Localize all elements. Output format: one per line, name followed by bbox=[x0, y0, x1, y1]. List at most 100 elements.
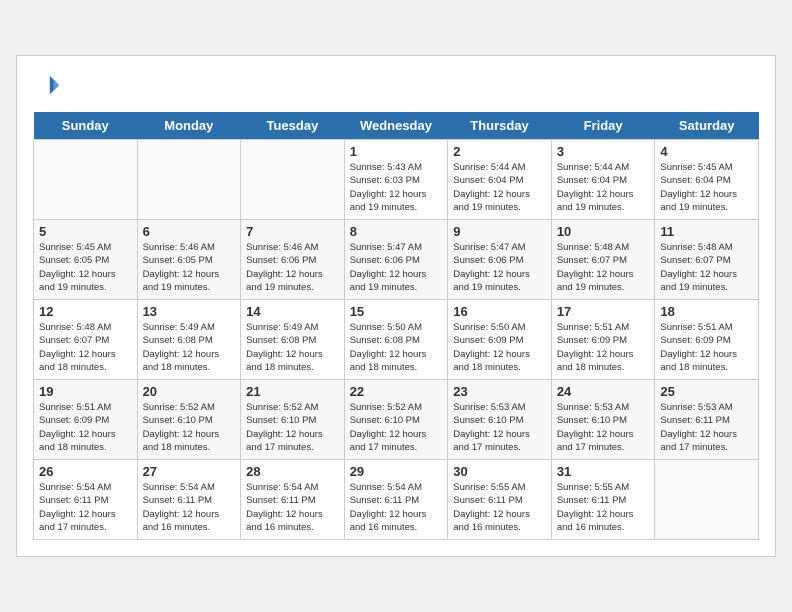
day-cell-31: 31 Sunrise: 5:55 AM Sunset: 6:11 PM Dayli… bbox=[551, 460, 655, 540]
day-number: 1 bbox=[350, 144, 443, 159]
day-number: 2 bbox=[453, 144, 546, 159]
day-number: 29 bbox=[350, 464, 443, 479]
day-number: 24 bbox=[557, 384, 650, 399]
day-number: 4 bbox=[660, 144, 753, 159]
day-number: 27 bbox=[143, 464, 236, 479]
day-number: 15 bbox=[350, 304, 443, 319]
day-cell-16: 16 Sunrise: 5:50 AM Sunset: 6:09 PM Dayli… bbox=[448, 300, 552, 380]
logo-icon bbox=[33, 72, 61, 100]
day-info: Sunrise: 5:46 AM Sunset: 6:06 PM Dayligh… bbox=[246, 241, 339, 294]
day-info: Sunrise: 5:53 AM Sunset: 6:10 PM Dayligh… bbox=[453, 401, 546, 454]
empty-cell bbox=[137, 140, 241, 220]
day-info: Sunrise: 5:52 AM Sunset: 6:10 PM Dayligh… bbox=[246, 401, 339, 454]
day-number: 20 bbox=[143, 384, 236, 399]
day-info: Sunrise: 5:55 AM Sunset: 6:11 PM Dayligh… bbox=[453, 481, 546, 534]
day-info: Sunrise: 5:43 AM Sunset: 6:03 PM Dayligh… bbox=[350, 161, 443, 214]
day-info: Sunrise: 5:48 AM Sunset: 6:07 PM Dayligh… bbox=[557, 241, 650, 294]
day-info: Sunrise: 5:52 AM Sunset: 6:10 PM Dayligh… bbox=[350, 401, 443, 454]
weekday-header-thursday: Thursday bbox=[448, 112, 552, 140]
day-info: Sunrise: 5:47 AM Sunset: 6:06 PM Dayligh… bbox=[350, 241, 443, 294]
day-info: Sunrise: 5:54 AM Sunset: 6:11 PM Dayligh… bbox=[39, 481, 132, 534]
day-info: Sunrise: 5:46 AM Sunset: 6:05 PM Dayligh… bbox=[143, 241, 236, 294]
week-row-3: 12Sunrise: 5:48 AM Sunset: 6:07 PM Dayli… bbox=[34, 300, 759, 380]
day-cell-18: 18 Sunrise: 5:51 AM Sunset: 6:09 PM Dayli… bbox=[655, 300, 759, 380]
day-number: 21 bbox=[246, 384, 339, 399]
day-cell-10: 10 Sunrise: 5:48 AM Sunset: 6:07 PM Dayli… bbox=[551, 220, 655, 300]
weekday-header-sunday: Sunday bbox=[34, 112, 138, 140]
empty-cell bbox=[655, 460, 759, 540]
day-number: 5 bbox=[39, 224, 132, 239]
day-cell-29: 29 Sunrise: 5:54 AM Sunset: 6:11 PM Dayli… bbox=[344, 460, 448, 540]
day-number: 26 bbox=[39, 464, 132, 479]
day-cell-6: 6 Sunrise: 5:46 AM Sunset: 6:05 PM Daylig… bbox=[137, 220, 241, 300]
day-number: 13 bbox=[143, 304, 236, 319]
day-info: Sunrise: 5:50 AM Sunset: 6:08 PM Dayligh… bbox=[350, 321, 443, 374]
day-info: Sunrise: 5:51 AM Sunset: 6:09 PM Dayligh… bbox=[39, 401, 132, 454]
day-number: 23 bbox=[453, 384, 546, 399]
day-info: Sunrise: 5:53 AM Sunset: 6:10 PM Dayligh… bbox=[557, 401, 650, 454]
day-cell-28: 28Sunrise: 5:54 AM Sunset: 6:11 PM Dayli… bbox=[241, 460, 345, 540]
day-cell-21: 21 Sunrise: 5:52 AM Sunset: 6:10 PM Dayli… bbox=[241, 380, 345, 460]
weekday-header-friday: Friday bbox=[551, 112, 655, 140]
weekday-header-saturday: Saturday bbox=[655, 112, 759, 140]
calendar-header bbox=[33, 72, 759, 100]
day-info: Sunrise: 5:51 AM Sunset: 6:09 PM Dayligh… bbox=[660, 321, 753, 374]
day-number: 9 bbox=[453, 224, 546, 239]
day-info: Sunrise: 5:49 AM Sunset: 6:08 PM Dayligh… bbox=[246, 321, 339, 374]
day-number: 11 bbox=[660, 224, 753, 239]
day-cell-5: 5 Sunrise: 5:45 AM Sunset: 6:05 PM Daylig… bbox=[34, 220, 138, 300]
day-cell-8: 8Sunrise: 5:47 AM Sunset: 6:06 PM Daylig… bbox=[344, 220, 448, 300]
calendar-table: SundayMondayTuesdayWednesdayThursdayFrid… bbox=[33, 112, 759, 540]
day-number: 30 bbox=[453, 464, 546, 479]
week-row-5: 26 Sunrise: 5:54 AM Sunset: 6:11 PM Dayli… bbox=[34, 460, 759, 540]
day-cell-12: 12Sunrise: 5:48 AM Sunset: 6:07 PM Dayli… bbox=[34, 300, 138, 380]
day-number: 16 bbox=[453, 304, 546, 319]
day-number: 10 bbox=[557, 224, 650, 239]
day-info: Sunrise: 5:44 AM Sunset: 6:04 PM Dayligh… bbox=[453, 161, 546, 214]
day-cell-13: 13 Sunrise: 5:49 AM Sunset: 6:08 PM Dayli… bbox=[137, 300, 241, 380]
day-cell-30: 30 Sunrise: 5:55 AM Sunset: 6:11 PM Dayli… bbox=[448, 460, 552, 540]
day-cell-19: 19 Sunrise: 5:51 AM Sunset: 6:09 PM Dayli… bbox=[34, 380, 138, 460]
day-number: 28 bbox=[246, 464, 339, 479]
day-cell-22: 22Sunrise: 5:52 AM Sunset: 6:10 PM Dayli… bbox=[344, 380, 448, 460]
day-info: Sunrise: 5:51 AM Sunset: 6:09 PM Dayligh… bbox=[557, 321, 650, 374]
day-info: Sunrise: 5:55 AM Sunset: 6:11 PM Dayligh… bbox=[557, 481, 650, 534]
day-cell-1: 1 Sunrise: 5:43 AM Sunset: 6:03 PM Daylig… bbox=[344, 140, 448, 220]
day-info: Sunrise: 5:54 AM Sunset: 6:11 PM Dayligh… bbox=[143, 481, 236, 534]
day-cell-23: 23 Sunrise: 5:53 AM Sunset: 6:10 PM Dayli… bbox=[448, 380, 552, 460]
day-info: Sunrise: 5:48 AM Sunset: 6:07 PM Dayligh… bbox=[660, 241, 753, 294]
day-number: 19 bbox=[39, 384, 132, 399]
day-info: Sunrise: 5:48 AM Sunset: 6:07 PM Dayligh… bbox=[39, 321, 132, 374]
day-cell-15: 15 Sunrise: 5:50 AM Sunset: 6:08 PM Dayli… bbox=[344, 300, 448, 380]
day-cell-17: 17Sunrise: 5:51 AM Sunset: 6:09 PM Dayli… bbox=[551, 300, 655, 380]
week-row-4: 19 Sunrise: 5:51 AM Sunset: 6:09 PM Dayli… bbox=[34, 380, 759, 460]
day-info: Sunrise: 5:54 AM Sunset: 6:11 PM Dayligh… bbox=[350, 481, 443, 534]
day-number: 18 bbox=[660, 304, 753, 319]
week-row-1: 1 Sunrise: 5:43 AM Sunset: 6:03 PM Daylig… bbox=[34, 140, 759, 220]
day-number: 25 bbox=[660, 384, 753, 399]
day-info: Sunrise: 5:50 AM Sunset: 6:09 PM Dayligh… bbox=[453, 321, 546, 374]
day-info: Sunrise: 5:49 AM Sunset: 6:08 PM Dayligh… bbox=[143, 321, 236, 374]
day-cell-20: 20 Sunrise: 5:52 AM Sunset: 6:10 PM Dayli… bbox=[137, 380, 241, 460]
day-cell-7: 7 Sunrise: 5:46 AM Sunset: 6:06 PM Daylig… bbox=[241, 220, 345, 300]
day-info: Sunrise: 5:52 AM Sunset: 6:10 PM Dayligh… bbox=[143, 401, 236, 454]
day-number: 31 bbox=[557, 464, 650, 479]
day-cell-11: 11 Sunrise: 5:48 AM Sunset: 6:07 PM Dayli… bbox=[655, 220, 759, 300]
day-cell-4: 4Sunrise: 5:45 AM Sunset: 6:04 PM Daylig… bbox=[655, 140, 759, 220]
day-number: 7 bbox=[246, 224, 339, 239]
day-cell-2: 2 Sunrise: 5:44 AM Sunset: 6:04 PM Daylig… bbox=[448, 140, 552, 220]
empty-cell bbox=[241, 140, 345, 220]
day-cell-24: 24 Sunrise: 5:53 AM Sunset: 6:10 PM Dayli… bbox=[551, 380, 655, 460]
weekday-header-wednesday: Wednesday bbox=[344, 112, 448, 140]
day-info: Sunrise: 5:47 AM Sunset: 6:06 PM Dayligh… bbox=[453, 241, 546, 294]
logo bbox=[33, 72, 65, 100]
calendar-container: SundayMondayTuesdayWednesdayThursdayFrid… bbox=[16, 55, 776, 557]
day-number: 3 bbox=[557, 144, 650, 159]
day-cell-26: 26 Sunrise: 5:54 AM Sunset: 6:11 PM Dayli… bbox=[34, 460, 138, 540]
day-cell-25: 25Sunrise: 5:53 AM Sunset: 6:11 PM Dayli… bbox=[655, 380, 759, 460]
day-cell-27: 27 Sunrise: 5:54 AM Sunset: 6:11 PM Dayli… bbox=[137, 460, 241, 540]
day-info: Sunrise: 5:45 AM Sunset: 6:05 PM Dayligh… bbox=[39, 241, 132, 294]
day-cell-3: 3Sunrise: 5:44 AM Sunset: 6:04 PM Daylig… bbox=[551, 140, 655, 220]
day-number: 6 bbox=[143, 224, 236, 239]
weekday-header-tuesday: Tuesday bbox=[241, 112, 345, 140]
